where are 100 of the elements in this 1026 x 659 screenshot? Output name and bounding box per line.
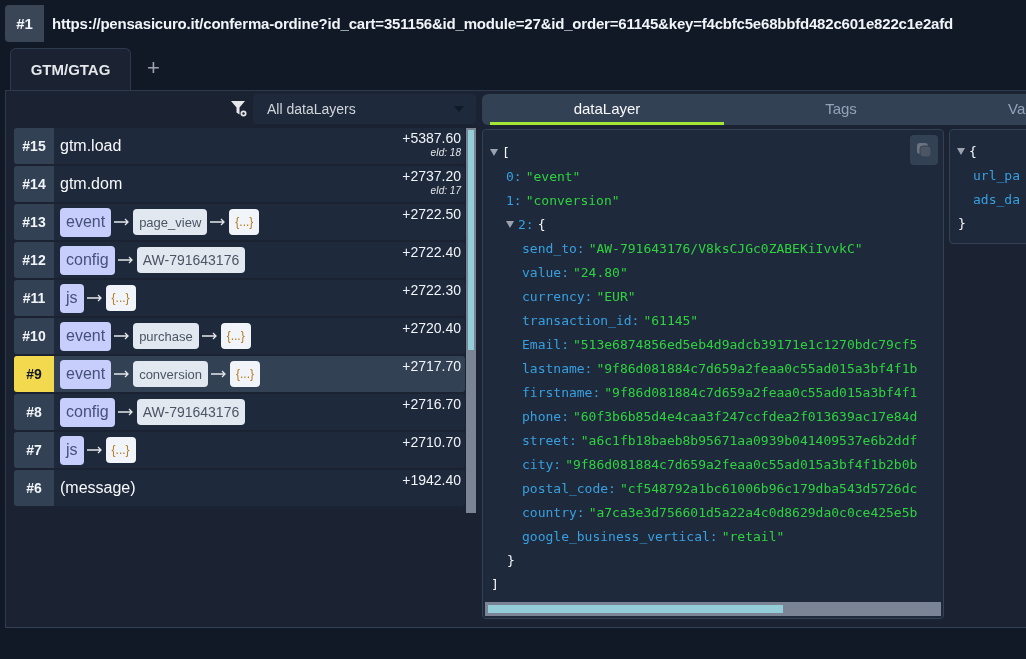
event-row[interactable]: #11 js {...} +2722.30 bbox=[14, 280, 465, 316]
json-value: "513e6874856ed5eb4d9adcb39171e1c1270bdc79cf5 bbox=[572, 336, 918, 352]
filter-settings-icon[interactable] bbox=[230, 100, 248, 118]
page-number-badge: #1 bbox=[5, 5, 44, 42]
event-row[interactable]: #14 gtm.dom +2737.20 eId: 17 bbox=[14, 166, 465, 202]
value-chip: AW-791643176 bbox=[136, 247, 246, 273]
event-id: eId: 18 bbox=[430, 147, 461, 158]
detail-tab[interactable]: Va bbox=[958, 94, 1026, 125]
event-time: +2722.50 bbox=[402, 206, 461, 222]
caret-icon[interactable] bbox=[490, 148, 498, 156]
arrow-icon bbox=[114, 332, 131, 340]
event-row[interactable]: #9 event conversion {...} +2717.70 bbox=[14, 356, 465, 392]
object-chip: {...} bbox=[230, 361, 261, 387]
command-chip: config bbox=[60, 397, 115, 427]
scrollbar[interactable] bbox=[485, 602, 941, 616]
caret-icon[interactable] bbox=[506, 220, 514, 228]
command-chip: event bbox=[60, 321, 112, 351]
json-key: value: bbox=[522, 264, 569, 280]
event-number: #11 bbox=[14, 280, 54, 316]
event-row[interactable]: #10 event purchase {...} +2720.40 bbox=[14, 318, 465, 354]
bracket: { bbox=[537, 216, 546, 232]
json-key: lastname: bbox=[522, 360, 593, 376]
arrow-icon bbox=[86, 294, 103, 302]
json-value: "event" bbox=[525, 168, 581, 184]
value-chip: conversion bbox=[133, 361, 208, 387]
json-key: firstname: bbox=[522, 384, 601, 400]
value-chip: AW-791643176 bbox=[136, 399, 246, 425]
event-number: #9 bbox=[14, 356, 54, 392]
json-key: currency: bbox=[522, 288, 593, 304]
event-row[interactable]: #7 js {...} +2710.70 bbox=[14, 432, 465, 468]
event-number: #13 bbox=[14, 204, 54, 240]
object-chip: {...} bbox=[220, 323, 251, 349]
event-number: #6 bbox=[14, 470, 54, 506]
json-key: url_pa bbox=[973, 167, 1020, 183]
event-number: #7 bbox=[14, 432, 54, 468]
scrollbar[interactable] bbox=[466, 128, 476, 513]
arrow-icon bbox=[211, 370, 227, 378]
arrow-icon bbox=[114, 370, 131, 378]
event-time: +2710.70 bbox=[402, 434, 461, 450]
command-chip: event bbox=[60, 359, 112, 389]
bracket: { bbox=[969, 143, 977, 159]
event-time: +5387.60 bbox=[402, 130, 461, 146]
event-time: +1942.40 bbox=[402, 472, 461, 488]
event-time: +2737.20 bbox=[402, 168, 461, 184]
caret-icon[interactable] bbox=[957, 147, 965, 155]
json-value: "9f86d081884c7d659a2feaa0c55ad015a3bf4f1 bbox=[604, 384, 918, 400]
json-key: city: bbox=[522, 456, 562, 472]
json-key: postal_code: bbox=[522, 480, 616, 496]
event-name: gtm.dom bbox=[60, 175, 123, 193]
json-key: 0: bbox=[506, 168, 522, 184]
event-time: +2722.30 bbox=[402, 282, 461, 298]
object-chip: {...} bbox=[229, 209, 260, 235]
bracket: } bbox=[507, 552, 515, 568]
command-chip: js bbox=[60, 435, 84, 465]
event-time: +2722.40 bbox=[402, 244, 461, 260]
detail-tab[interactable]: Tags bbox=[724, 94, 958, 125]
json-value: "EUR" bbox=[596, 288, 636, 304]
event-id: eId: 17 bbox=[430, 185, 461, 196]
datalayer-filter-dropdown[interactable]: All dataLayers bbox=[253, 94, 476, 124]
event-row[interactable]: #15 gtm.load +5387.60 eId: 18 bbox=[14, 128, 465, 164]
json-key: 2: bbox=[518, 216, 534, 232]
value-chip: purchase bbox=[133, 323, 199, 349]
arrow-icon bbox=[114, 218, 131, 226]
json-value: "60f3b6b85d4e4caa3f247ccfdea2f013639ac17e84d bbox=[572, 408, 918, 424]
event-number: #10 bbox=[14, 318, 54, 354]
arrow-icon bbox=[86, 446, 103, 454]
command-chip: config bbox=[60, 245, 115, 275]
container-tab[interactable]: GTM/GTAG bbox=[10, 48, 131, 90]
add-tab-button[interactable]: + bbox=[143, 55, 164, 81]
event-number: #8 bbox=[14, 394, 54, 430]
json-value: "retail" bbox=[721, 528, 785, 544]
json-key: country: bbox=[522, 504, 585, 520]
event-number: #14 bbox=[14, 166, 54, 202]
event-row[interactable]: #12 config AW-791643176 +2722.40 bbox=[14, 242, 465, 278]
json-key: phone: bbox=[522, 408, 569, 424]
json-key: transaction_id: bbox=[522, 312, 640, 328]
object-chip: {...} bbox=[105, 437, 136, 463]
arrow-icon bbox=[201, 332, 218, 340]
value-chip: page_view bbox=[133, 209, 208, 235]
arrow-icon bbox=[210, 218, 227, 226]
event-row[interactable]: #6 (message) +1942.40 bbox=[14, 470, 465, 506]
copy-icon bbox=[916, 142, 932, 158]
event-row[interactable]: #13 event page_view {...} +2722.50 bbox=[14, 204, 465, 240]
event-time: +2717.70 bbox=[402, 358, 461, 374]
page-url: https://pensasicuro.it/conferma-ordine?id_cart=351156&id_module=27&id_order=61145&key=f4cbfc5e68bbfd482c601e822c1e2afd bbox=[52, 15, 953, 32]
json-value: "9f86d081884c7d659a2feaa0c55ad015a3bf4f1b2b0b bbox=[565, 456, 918, 472]
event-name: gtm.load bbox=[60, 137, 122, 155]
json-key: ads_da bbox=[973, 191, 1020, 207]
json-value: "9f86d081884c7d659a2feaa0c55ad015a3bf4f1b bbox=[596, 360, 918, 376]
object-chip: {...} bbox=[105, 285, 136, 311]
bracket: ] bbox=[491, 576, 499, 592]
event-name: (message) bbox=[60, 479, 136, 497]
bracket: [ bbox=[502, 144, 510, 160]
json-key: 1: bbox=[506, 192, 522, 208]
event-row[interactable]: #8 config AW-791643176 +2716.70 bbox=[14, 394, 465, 430]
arrow-icon bbox=[117, 408, 134, 416]
json-value: "24.80" bbox=[572, 264, 628, 280]
json-value: "a6c1fb18baeb8b95671aa0939b041409537e6b2ddf bbox=[580, 432, 918, 448]
json-value: "cf548792a1bc61006b96c179dba543d5726dc bbox=[619, 480, 918, 496]
detail-tab[interactable]: dataLayer bbox=[490, 94, 724, 125]
